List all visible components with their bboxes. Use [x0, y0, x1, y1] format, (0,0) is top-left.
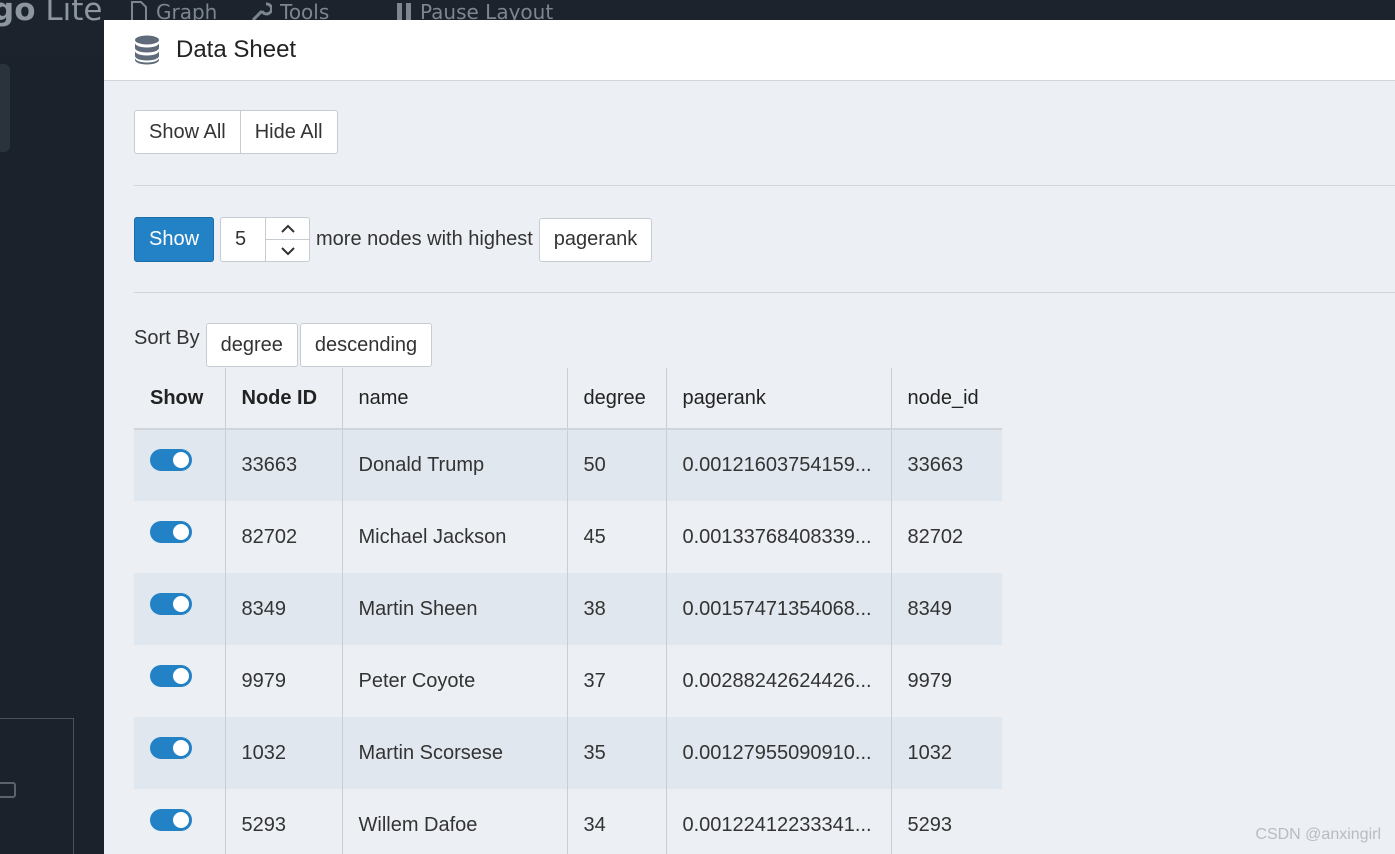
count-value[interactable]: 5: [221, 218, 265, 261]
stepper-arrows: [265, 218, 309, 261]
data-sheet-modal: Data Sheet Show All Hide All Show 5 more…: [104, 20, 1395, 854]
show-cell: [134, 717, 225, 789]
node-id-cell: 9979: [224, 645, 342, 717]
header-name[interactable]: name: [341, 368, 567, 430]
node-id-cell: 5293: [224, 789, 342, 854]
modal-header: Data Sheet: [104, 20, 1395, 81]
node-id-attr-cell: 5293: [890, 789, 1002, 854]
show-button[interactable]: Show: [134, 217, 214, 262]
degree-cell: 35: [566, 717, 666, 789]
name-cell: Donald Trump: [341, 429, 567, 501]
table-row[interactable]: 33663 Donald Trump 50 0.00121603754159..…: [134, 429, 1002, 501]
pagerank-cell: 0.00122412233341...: [665, 789, 891, 854]
header-node-id[interactable]: Node ID: [224, 368, 342, 430]
divider: [134, 292, 1395, 293]
show-toggle[interactable]: [150, 664, 192, 687]
node-id-cell: 1032: [224, 717, 342, 789]
watermark: CSDN @anxingirl: [1255, 826, 1381, 843]
table-row[interactable]: 9979 Peter Coyote 37 0.00288242624426...…: [134, 645, 1002, 717]
show-toggle[interactable]: [150, 449, 192, 471]
show-cell: [134, 501, 225, 573]
header-degree[interactable]: degree: [566, 368, 666, 430]
show-cell: [134, 429, 225, 501]
show-all-button[interactable]: Show All: [134, 110, 241, 154]
header-show[interactable]: Show: [134, 368, 225, 430]
name-cell: Peter Coyote: [341, 645, 567, 717]
chevron-up-icon: [280, 224, 295, 233]
database-icon: [135, 35, 159, 65]
show-toggle[interactable]: [150, 520, 192, 543]
metric-select[interactable]: pagerank: [538, 217, 653, 262]
name-cell: Martin Sheen: [341, 573, 567, 645]
degree-cell: 45: [566, 501, 666, 573]
side-button[interactable]: [0, 782, 16, 798]
table-row[interactable]: 82702 Michael Jackson 45 0.0013376840833…: [134, 501, 1002, 573]
node-id-attr-cell: 9979: [890, 645, 1002, 717]
show-cell: [134, 573, 225, 645]
pause-icon: [397, 3, 411, 21]
more-nodes-text: more nodes with highest: [316, 228, 533, 250]
degree-cell: 34: [566, 789, 666, 854]
app-title: go Lite: [0, 0, 103, 28]
node-id-cell: 82702: [224, 501, 342, 573]
table-row[interactable]: 5293 Willem Dafoe 34 0.00122412233341...…: [134, 789, 1002, 854]
sort-order-select[interactable]: descending: [299, 323, 433, 367]
stepper-up[interactable]: [266, 218, 309, 240]
sort-by-label: Sort By: [134, 326, 200, 349]
sort-field-select[interactable]: degree: [205, 323, 298, 367]
show-toggle[interactable]: [150, 808, 192, 831]
node-id-cell: 8349: [224, 573, 342, 645]
node-id-attr-cell: 1032: [890, 717, 1002, 789]
node-table: Show Node ID name degree pagerank node_i…: [134, 368, 1002, 854]
degree-cell: 37: [566, 645, 666, 717]
show-cell: [134, 645, 225, 717]
table-row[interactable]: 8349 Martin Sheen 38 0.00157471354068...…: [134, 573, 1002, 645]
degree-cell: 38: [566, 573, 666, 645]
chevron-down-icon: [280, 246, 295, 255]
node-id-attr-cell: 8349: [890, 573, 1002, 645]
header-node-id-attr[interactable]: node_id: [890, 368, 1002, 430]
node-id-attr-cell: 82702: [890, 501, 1002, 573]
show-toggle[interactable]: [150, 592, 192, 615]
name-cell: Martin Scorsese: [341, 717, 567, 789]
node-id-cell: 33663: [224, 429, 342, 501]
side-panel: [0, 64, 10, 152]
node-id-attr-cell: 33663: [890, 429, 1002, 501]
degree-cell: 50: [566, 429, 666, 501]
divider: [134, 185, 1395, 186]
pagerank-cell: 0.00288242624426...: [665, 645, 891, 717]
table-header-row: Show Node ID name degree pagerank node_i…: [134, 368, 1002, 430]
pagerank-cell: 0.00133768408339...: [665, 501, 891, 573]
visibility-button-group: Show All Hide All: [134, 110, 338, 154]
table-row[interactable]: 1032 Martin Scorsese 35 0.00127955090910…: [134, 717, 1002, 789]
name-cell: Willem Dafoe: [341, 789, 567, 854]
show-more-row: Show 5 more nodes with highest pagerank: [134, 217, 653, 262]
hide-all-button[interactable]: Hide All: [240, 110, 338, 154]
modal-title: Data Sheet: [176, 36, 297, 63]
pagerank-cell: 0.00127955090910...: [665, 717, 891, 789]
stepper-down[interactable]: [266, 240, 309, 261]
sort-row: Sort By degree descending: [134, 323, 434, 367]
show-cell: [134, 789, 225, 854]
show-toggle[interactable]: [150, 736, 192, 759]
header-pagerank[interactable]: pagerank: [665, 368, 891, 430]
name-cell: Michael Jackson: [341, 501, 567, 573]
pagerank-cell: 0.00157471354068...: [665, 573, 891, 645]
pagerank-cell: 0.00121603754159...: [665, 429, 891, 501]
count-stepper[interactable]: 5: [220, 217, 310, 262]
